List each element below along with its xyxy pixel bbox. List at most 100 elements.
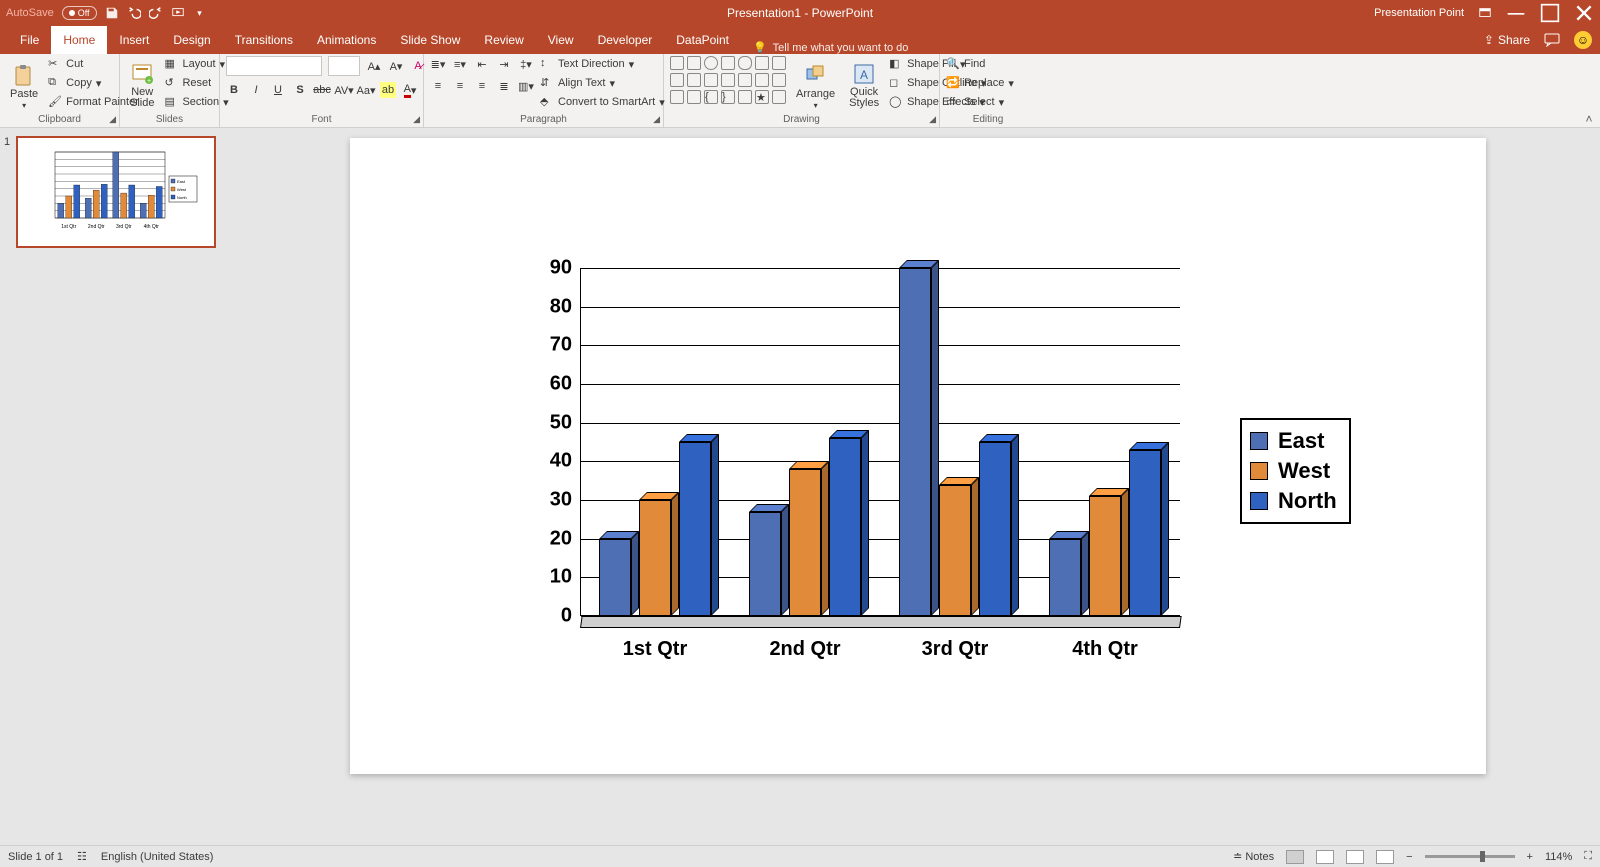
change-case-button[interactable]: Aa▾ [358,82,374,98]
line-spacing-button[interactable]: ‡▾ [518,56,534,72]
tab-home[interactable]: Home [51,26,107,54]
comments-button[interactable] [1544,33,1560,47]
find-button[interactable]: 🔍Find [946,56,1014,72]
arrange-button[interactable]: Arrange▾ [792,56,839,110]
columns-button[interactable]: ▥▾ [518,78,534,94]
tab-slide-show[interactable]: Slide Show [388,26,472,54]
minimize-button[interactable] [1506,6,1526,20]
bar-east-4[interactable] [1049,539,1081,616]
tab-file[interactable]: File [8,26,51,54]
align-left-button[interactable]: ≡ [430,78,446,94]
accessibility-icon[interactable]: ☷ [77,850,87,863]
highlight-button[interactable]: ab [380,82,396,98]
presentation-point-link[interactable]: Presentation Point [1374,7,1464,19]
bar-east-2[interactable] [749,512,781,616]
increase-font-size-button[interactable]: A▴ [366,58,382,74]
maximize-button[interactable] [1540,6,1560,20]
start-from-beginning-icon[interactable] [171,6,185,20]
slide-thumbnail-1[interactable]: 1st Qtr2nd Qtr3rd Qtr4th QtrEastWestNort… [16,136,216,248]
char-spacing-button[interactable]: AV▾ [336,82,352,98]
align-right-button[interactable]: ≡ [474,78,490,94]
chart-legend[interactable]: EastWestNorth [1240,418,1351,524]
font-dialog-launcher[interactable]: ◢ [413,114,420,125]
comments-icon [1544,33,1560,47]
replace-button[interactable]: 🔁Replace ▾ [946,75,1014,91]
bar-west-1[interactable] [639,500,671,616]
increase-indent-button[interactable]: ⇥ [496,56,512,72]
language-status[interactable]: English (United States) [101,851,214,863]
slide-sorter-view-button[interactable] [1316,850,1334,864]
legend-item-west[interactable]: West [1250,456,1337,486]
slide-thumbnails-panel[interactable]: 1 1st Qtr2nd Qtr3rd Qtr4th QtrEastWestNo… [0,128,236,845]
legend-item-east[interactable]: East [1250,426,1337,456]
zoom-in-button[interactable]: + [1527,851,1533,863]
bar-north-2[interactable] [829,438,861,616]
slide-1[interactable]: 0102030405060708090 1st Qtr2nd Qtr3rd Qt… [350,138,1486,774]
text-direction-button[interactable]: ↕Text Direction ▾ [540,56,665,72]
italic-button[interactable]: I [248,82,264,98]
new-slide-button[interactable]: + New Slide [126,56,158,110]
numbering-button[interactable]: ≡▾ [452,56,468,72]
decrease-indent-button[interactable]: ⇤ [474,56,490,72]
tab-datapoint[interactable]: DataPoint [664,26,741,54]
underline-button[interactable]: U [270,82,286,98]
select-button[interactable]: ▭Select ▾ [946,94,1014,110]
tab-animations[interactable]: Animations [305,26,388,54]
collapse-ribbon-button[interactable]: ˄ [1582,112,1596,126]
save-icon[interactable] [105,6,119,20]
chart-object[interactable]: 0102030405060708090 1st Qtr2nd Qtr3rd Qt… [520,268,1360,668]
font-name-combo[interactable] [226,56,322,76]
bar-north-1[interactable] [679,442,711,616]
tab-developer[interactable]: Developer [586,26,665,54]
font-color-button[interactable]: A▾ [402,82,418,98]
tab-insert[interactable]: Insert [107,26,161,54]
strikethrough-button[interactable]: abc [314,82,330,98]
bar-north-4[interactable] [1129,450,1161,616]
align-center-button[interactable]: ≡ [452,78,468,94]
autosave-toggle[interactable]: Off [62,6,97,20]
tell-me-search[interactable]: 💡 Tell me what you want to do [753,41,908,54]
font-size-combo[interactable] [328,56,360,76]
slideshow-view-button[interactable] [1376,850,1394,864]
bar-north-3[interactable] [979,442,1011,616]
tab-design[interactable]: Design [161,26,222,54]
paste-button[interactable]: Paste▾ [6,56,42,110]
share-button[interactable]: ⇪ Share [1484,33,1530,47]
decrease-font-size-button[interactable]: A▾ [388,58,404,74]
shapes-gallery[interactable]: {}★ [670,56,786,104]
bar-west-4[interactable] [1089,496,1121,616]
zoom-slider[interactable] [1425,855,1515,858]
undo-icon[interactable] [127,6,141,20]
drawing-dialog-launcher[interactable]: ◢ [929,114,936,125]
zoom-level[interactable]: 114% [1545,851,1572,863]
justify-button[interactable]: ≣ [496,78,512,94]
bullets-button[interactable]: ≣▾ [430,56,446,72]
zoom-out-button[interactable]: − [1406,851,1412,863]
customize-qat-icon[interactable]: ▾ [193,6,207,20]
quick-styles-button[interactable]: A Quick Styles [845,56,883,110]
normal-view-button[interactable] [1286,850,1304,864]
legend-item-north[interactable]: North [1250,486,1337,516]
bar-west-3[interactable] [939,485,971,616]
reading-view-button[interactable] [1346,850,1364,864]
notes-toggle[interactable]: ≐ Notes [1233,850,1274,863]
tab-review[interactable]: Review [472,26,535,54]
bar-east-3[interactable] [899,268,931,616]
slide-canvas-area[interactable]: 0102030405060708090 1st Qtr2nd Qtr3rd Qt… [236,128,1600,845]
bold-button[interactable]: B [226,82,242,98]
feedback-button[interactable]: ☺ [1574,31,1592,49]
convert-smartart-button[interactable]: ⬘Convert to SmartArt ▾ [540,94,665,110]
align-text-button[interactable]: ⇵Align Text ▾ [540,75,665,91]
bar-west-2[interactable] [789,469,821,616]
close-button[interactable] [1574,6,1594,20]
fit-to-window-button[interactable]: ⛶ [1584,850,1592,863]
bar-east-1[interactable] [599,539,631,616]
clipboard-dialog-launcher[interactable]: ◢ [109,114,116,125]
ribbon-display-options-icon[interactable] [1478,6,1492,20]
shadow-button[interactable]: S [292,82,308,98]
slide-counter[interactable]: Slide 1 of 1 [8,851,63,863]
redo-icon[interactable] [149,6,163,20]
tab-transitions[interactable]: Transitions [223,26,305,54]
tab-view[interactable]: View [536,26,586,54]
paragraph-dialog-launcher[interactable]: ◢ [653,114,660,125]
